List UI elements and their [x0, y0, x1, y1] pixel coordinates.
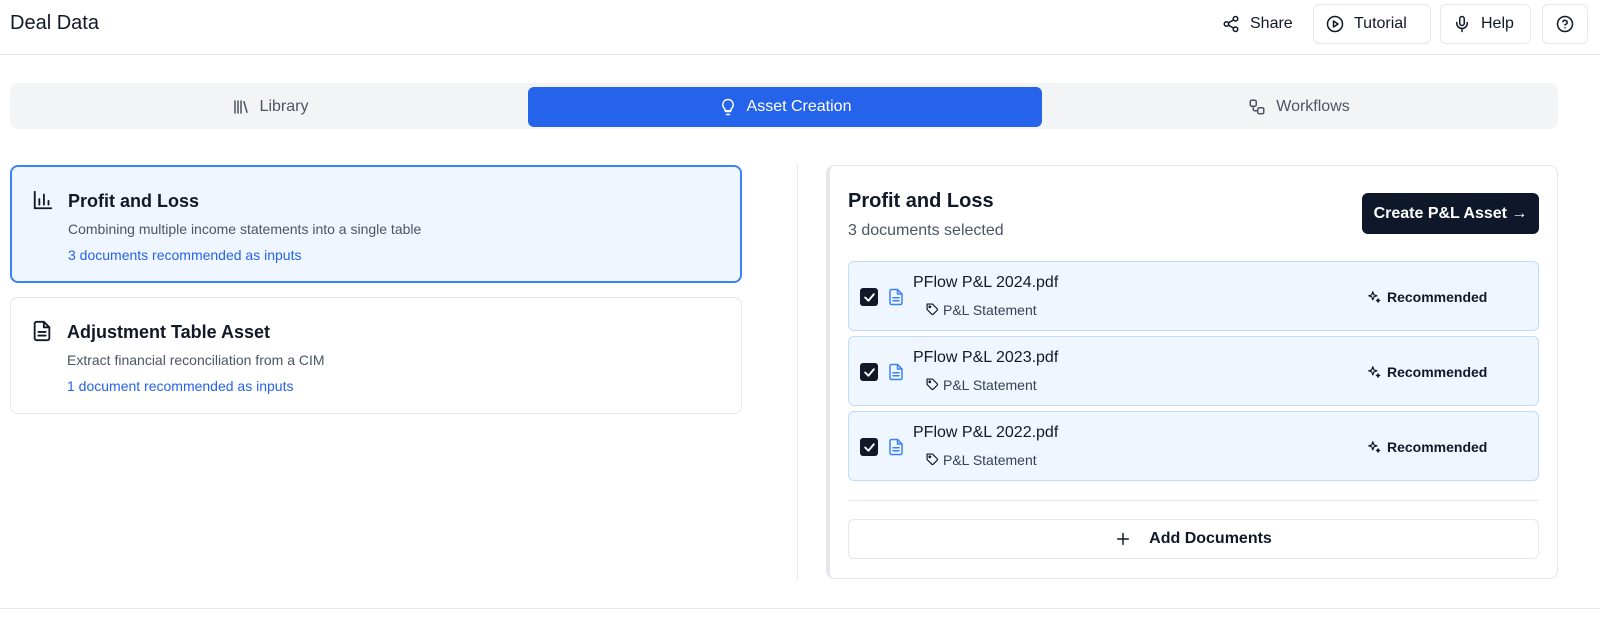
document-tag: P&L Statement [943, 377, 1037, 393]
document-row[interactable]: PFlow P&L 2023.pdf P&L Statement Recomme… [848, 336, 1539, 406]
document-icon [33, 320, 51, 342]
mode-tabs: Library Asset Creation Workflows [10, 83, 1558, 129]
recommended-badge: Recommended [1387, 364, 1488, 380]
help-label: Help [1481, 15, 1514, 32]
tab-asset-creation-label: Asset Creation [746, 98, 852, 115]
tab-asset-creation[interactable]: Asset Creation [528, 87, 1042, 127]
check-icon [863, 367, 875, 377]
bar-chart-icon [33, 190, 53, 210]
document-checkbox[interactable] [860, 363, 878, 381]
asset-card-profit-loss[interactable]: Profit and Loss Combining multiple incom… [10, 165, 742, 283]
document-tag: P&L Statement [943, 452, 1037, 468]
file-text-icon [889, 363, 903, 381]
question-button[interactable] [1542, 4, 1588, 44]
tag-icon [926, 378, 939, 391]
footer-divider [0, 608, 1600, 609]
tutorial-label: Tutorial [1354, 15, 1407, 32]
panel-divider [848, 500, 1539, 501]
microphone-icon [1456, 15, 1468, 33]
top-header: Deal Data Share Tutorial Help [0, 0, 1600, 55]
tab-library[interactable]: Library [14, 87, 526, 127]
panel-title: Profit and Loss [848, 190, 994, 212]
add-documents-button[interactable]: Add Documents [848, 519, 1539, 559]
tutorial-button[interactable]: Tutorial [1313, 4, 1431, 44]
check-icon [863, 442, 875, 452]
share-label: Share [1250, 15, 1293, 32]
file-text-icon [889, 438, 903, 456]
asset-card-recommendation[interactable]: 1 document recommended as inputs [67, 378, 293, 394]
file-text-icon [889, 288, 903, 306]
document-checkbox[interactable] [860, 288, 878, 306]
document-checkbox[interactable] [860, 438, 878, 456]
asset-card-recommendation[interactable]: 3 documents recommended as inputs [68, 247, 301, 263]
help-button[interactable]: Help [1440, 4, 1531, 44]
tag-icon [926, 453, 939, 466]
share-button[interactable]: Share [1210, 4, 1305, 44]
document-row[interactable]: PFlow P&L 2022.pdf P&L Statement Recomme… [848, 411, 1539, 481]
recommended-badge: Recommended [1387, 439, 1488, 455]
sparkle-icon [1368, 291, 1381, 303]
tab-workflows-label: Workflows [1276, 98, 1350, 115]
document-tag: P&L Statement [943, 302, 1037, 318]
asset-card-description: Combining multiple income statements int… [68, 221, 422, 237]
recommended-badge: Recommended [1387, 289, 1488, 305]
create-asset-button[interactable]: Create P&L Asset → [1362, 193, 1539, 234]
play-circle-icon [1326, 15, 1344, 33]
asset-card-description: Extract financial reconciliation from a … [67, 352, 325, 368]
plus-icon [1117, 532, 1130, 546]
asset-card-title: Profit and Loss [68, 191, 200, 211]
check-icon [863, 292, 875, 302]
share-icon [1223, 15, 1239, 33]
page-title: Deal Data [10, 12, 99, 34]
tab-library-label: Library [259, 98, 309, 115]
lightbulb-icon [721, 98, 734, 116]
tab-workflows[interactable]: Workflows [1044, 87, 1554, 127]
document-selection-panel: Profit and Loss 3 documents selected Cre… [826, 165, 1558, 579]
asset-card-title: Adjustment Table Asset [67, 322, 271, 342]
tag-icon [926, 303, 939, 316]
document-name: PFlow P&L 2022.pdf [913, 424, 1059, 441]
document-row[interactable]: PFlow P&L 2024.pdf P&L Statement Recomme… [848, 261, 1539, 331]
question-circle-icon [1556, 15, 1574, 33]
selected-count: 3 documents selected [848, 222, 1004, 239]
add-documents-label: Add Documents [1149, 530, 1272, 547]
workflow-icon [1249, 99, 1265, 115]
library-icon [233, 100, 248, 114]
document-name: PFlow P&L 2024.pdf [913, 274, 1059, 291]
document-name: PFlow P&L 2023.pdf [913, 349, 1059, 366]
column-divider [797, 165, 798, 579]
asset-card-adjustment-table[interactable]: Adjustment Table Asset Extract financial… [10, 297, 742, 414]
sparkle-icon [1368, 441, 1381, 453]
sparkle-icon [1368, 366, 1381, 378]
